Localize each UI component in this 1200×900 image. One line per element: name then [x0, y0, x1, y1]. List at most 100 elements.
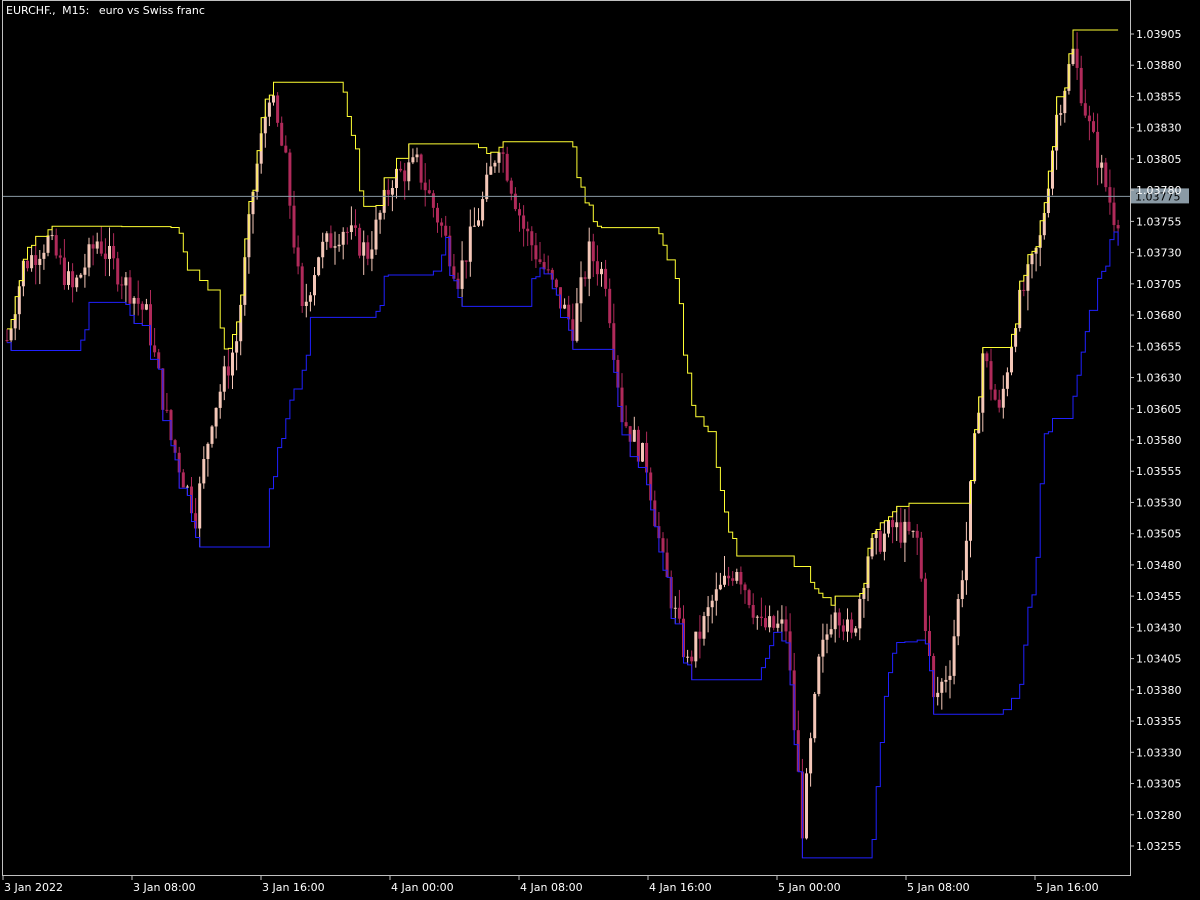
candle-body [333, 246, 337, 248]
chart-title: EURCHF., M15: euro vs Swiss franc [6, 4, 205, 17]
candle-body [948, 675, 952, 680]
candle-body [399, 168, 403, 171]
candle-body [579, 277, 583, 304]
candle-body [891, 520, 895, 528]
timeframe-label: M15: [62, 4, 89, 17]
candle-body [366, 242, 370, 259]
candle-body [317, 257, 321, 276]
candle-body [108, 245, 111, 259]
candle-body [1030, 253, 1034, 265]
candle-body [1112, 202, 1116, 226]
candle-body [132, 297, 136, 304]
candle-body [731, 578, 735, 581]
y-tick-label: 1.03255 [1136, 840, 1182, 853]
candle-body [583, 277, 587, 279]
candle-body [723, 575, 726, 585]
candle-body [518, 209, 521, 216]
candle-body [846, 619, 849, 632]
candle-body [960, 580, 964, 600]
candle-body [907, 521, 911, 531]
candle-body [374, 219, 378, 250]
candle-body [144, 304, 148, 310]
candle-body [198, 483, 202, 529]
candle-body [231, 352, 234, 376]
x-tick-label: 4 Jan 16:00 [649, 881, 712, 894]
y-tick-label: 1.03305 [1136, 778, 1182, 791]
candle-body [940, 681, 944, 693]
candle-body [1083, 103, 1087, 116]
candle-body [9, 328, 13, 341]
candle-body [128, 277, 132, 304]
y-tick-label: 1.03555 [1136, 465, 1182, 478]
candle-body [99, 241, 103, 254]
candle-body [997, 399, 1001, 408]
candle-body [440, 222, 444, 226]
candle-body [5, 340, 9, 342]
x-tick-label: 5 Jan 16:00 [1036, 881, 1099, 894]
x-tick-label: 3 Jan 08:00 [133, 881, 196, 894]
x-tick-label: 5 Jan 08:00 [907, 881, 970, 894]
candle-body [698, 631, 702, 639]
candle-body [362, 242, 366, 256]
y-tick-label: 1.03730 [1136, 247, 1182, 260]
candle-body [833, 612, 837, 630]
candle-body [751, 605, 755, 618]
candle-body [1005, 372, 1009, 389]
candle-body [210, 426, 214, 444]
y-tick-label: 1.03580 [1136, 434, 1182, 447]
candle-body [124, 277, 128, 286]
candle-body [349, 225, 353, 233]
y-tick-label: 1.03480 [1136, 559, 1182, 572]
candle-body [485, 174, 489, 200]
candle-body [87, 244, 91, 268]
candle-body [222, 366, 226, 392]
candle-body [38, 258, 42, 265]
y-tick-label: 1.03680 [1136, 309, 1182, 322]
candle-body [464, 260, 468, 262]
x-tick-label: 4 Jan 08:00 [520, 881, 583, 894]
candle-body [218, 391, 222, 408]
candle-body [58, 255, 62, 258]
candle-body [489, 166, 493, 175]
y-tick-label: 1.03380 [1136, 684, 1182, 697]
price-chart[interactable]: 1.03775 1.039051.038801.038551.038301.03… [0, 0, 1200, 900]
candle-body [509, 180, 513, 194]
candle-body [501, 152, 505, 154]
candle-body [493, 162, 497, 167]
candle-body [837, 612, 841, 626]
candle-body [505, 153, 509, 181]
candle-body [1001, 388, 1005, 408]
x-tick-label: 3 Jan 2022 [4, 881, 63, 894]
candle-body [472, 225, 476, 227]
candle-body [370, 249, 374, 259]
candle-body [296, 247, 300, 267]
candle-body [116, 258, 120, 285]
y-tick-label: 1.03655 [1136, 340, 1182, 353]
candle-body [497, 152, 501, 163]
y-tick-label: 1.03605 [1136, 403, 1182, 416]
y-tick-label: 1.03855 [1136, 90, 1182, 103]
candle-body [71, 271, 75, 288]
candle-body [936, 692, 940, 698]
candle-body [112, 245, 116, 259]
candle-body [185, 486, 189, 488]
candle-body [378, 212, 382, 220]
candle-body [911, 530, 915, 532]
candle-body [407, 162, 411, 182]
candle-body [944, 679, 948, 682]
candle-body [805, 773, 808, 839]
chart[interactable]: 1.03775 1.03905 1.03880 1.03855 1.03830 1.03… [0, 0, 1200, 900]
candle-body [468, 226, 472, 262]
candle-body [985, 353, 989, 362]
candle-body [587, 241, 591, 279]
candle-body [772, 616, 776, 628]
candle-body [850, 619, 854, 633]
candle-body [964, 540, 968, 581]
candle-body [575, 303, 579, 341]
candle-body [272, 95, 275, 103]
candle-body [153, 345, 157, 353]
candle-body [784, 619, 788, 632]
candle-body [882, 533, 886, 552]
candle-body [821, 639, 825, 657]
candle-body [276, 95, 280, 123]
